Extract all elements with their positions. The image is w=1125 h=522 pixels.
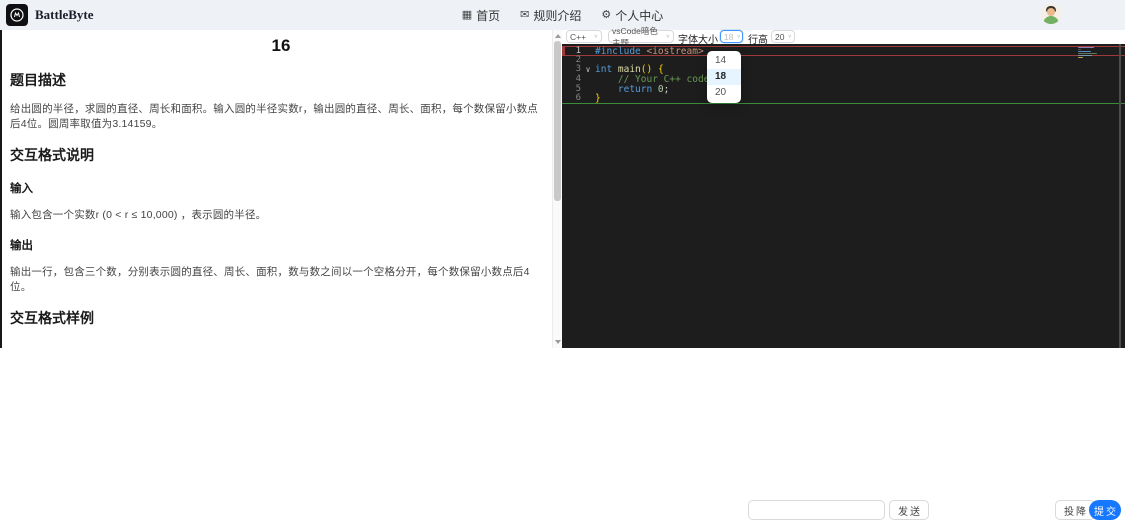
font-size-option-20[interactable]: 20	[707, 85, 741, 101]
code-line-6[interactable]: 6}	[562, 93, 1125, 105]
minimap	[1078, 47, 1116, 59]
nav-item-home[interactable]: ▦ 首页	[462, 7, 500, 24]
line-height-select[interactable]: 20 ∨	[771, 30, 795, 43]
description-heading: 题目描述	[10, 72, 66, 88]
avatar-shirt	[1043, 16, 1059, 24]
font-size-select[interactable]: 18 ∨	[720, 30, 743, 43]
output-heading: 输出	[10, 240, 33, 252]
description-text: 给出圆的半径，求圆的直径、周长和面积。输入圆的半径实数r，输出圆的直径、周长、面…	[10, 103, 538, 130]
code-text: }	[595, 93, 601, 105]
samples-heading: 交互格式样例	[10, 310, 94, 326]
nav-item-label: 规则介绍	[533, 8, 582, 23]
avatar-face	[1047, 8, 1055, 16]
brand-logo-icon[interactable]	[6, 4, 28, 26]
brand-title: BattleByte	[35, 7, 94, 22]
output-spec: 输出一行，包含三个数，分别表示圆的直径、周长、面积，数与数之间以一个空格分开，每…	[10, 266, 530, 293]
problem-panel: 16 题目描述 给出圆的半径，求圆的直径、周长和面积。输入圆的半径实数r，输出圆…	[0, 30, 552, 348]
mail-icon: ✉	[520, 8, 530, 21]
input-heading: 输入	[10, 183, 33, 195]
font-size-dropdown: 14 18 20	[707, 51, 741, 103]
font-size-option-18[interactable]: 18	[707, 69, 741, 85]
code-lines: 1 #include <iostream> 2 3 ∨ int main() {4 // …	[562, 44, 1125, 105]
code-text: return 0;	[595, 83, 670, 95]
chat-input[interactable]	[748, 500, 885, 520]
code-text: #include <iostream>	[595, 46, 704, 57]
chevron-down-icon: ∨	[787, 34, 792, 40]
nav-item-label: 个人中心	[615, 8, 664, 23]
problem-title: 16	[271, 36, 291, 55]
gear-icon: ⚙	[601, 8, 612, 21]
nav-item-profile[interactable]: ⚙ 个人中心	[601, 7, 663, 24]
problem-scrollbar[interactable]	[552, 30, 562, 348]
user-avatar[interactable]	[1041, 4, 1061, 24]
fold-chevron-icon[interactable]: ∨	[581, 65, 595, 75]
code-line-1[interactable]: 1 #include <iostream>	[562, 46, 1125, 56]
editor-toolbar: C++ ∨ vsCode暗色主题 ∨ 字体大小 18 ∨ 行高 20 ∨	[562, 26, 1125, 48]
theme-select[interactable]: vsCode暗色主题 ∨	[608, 26, 674, 48]
format-heading: 交互格式说明	[10, 147, 94, 163]
language-select[interactable]: C++ ∨	[566, 30, 602, 43]
input-spec: 输入包含一个实数r (0 < r ≤ 10,000) ，表示圆的半径。	[10, 209, 267, 221]
home-icon: ▦	[461, 8, 473, 21]
editor-area: C++ ∨ vsCode暗色主题 ∨ 字体大小 18 ∨ 行高 20 ∨ 1 #i…	[562, 26, 1125, 348]
scroll-down-arrow-icon[interactable]	[555, 340, 561, 344]
code-line-5[interactable]: 5 return 0;	[562, 83, 1125, 95]
line-number: 1	[575, 46, 581, 56]
submit-button[interactable]: 提交	[1089, 500, 1121, 520]
font-size-options: 14 18 20	[707, 53, 741, 101]
nav-item-rules[interactable]: ✉ 规则介绍	[520, 7, 581, 24]
chevron-down-icon: ∨	[736, 34, 741, 40]
code-editor[interactable]: 1 #include <iostream> 2 3 ∨ int main() {4 // …	[562, 44, 1125, 348]
navbar: BattleByte ▦ 首页 ✉ 规则介绍 ⚙ 个人中心	[0, 0, 1125, 30]
chevron-down-icon: ∨	[665, 34, 670, 40]
nav-item-label: 首页	[476, 8, 501, 23]
scroll-up-arrow-icon[interactable]	[555, 34, 561, 38]
send-button[interactable]: 发送	[889, 500, 929, 520]
line-number: 6	[575, 93, 581, 104]
page: BattleByte ▦ 首页 ✉ 规则介绍 ⚙ 个人中心 16 题目描述 给出…	[0, 0, 1125, 522]
font-size-option-14[interactable]: 14	[707, 53, 741, 69]
scrollbar-thumb[interactable]	[554, 41, 561, 201]
editor-scrollbar[interactable]	[1119, 44, 1121, 348]
chevron-down-icon: ∨	[593, 34, 598, 40]
